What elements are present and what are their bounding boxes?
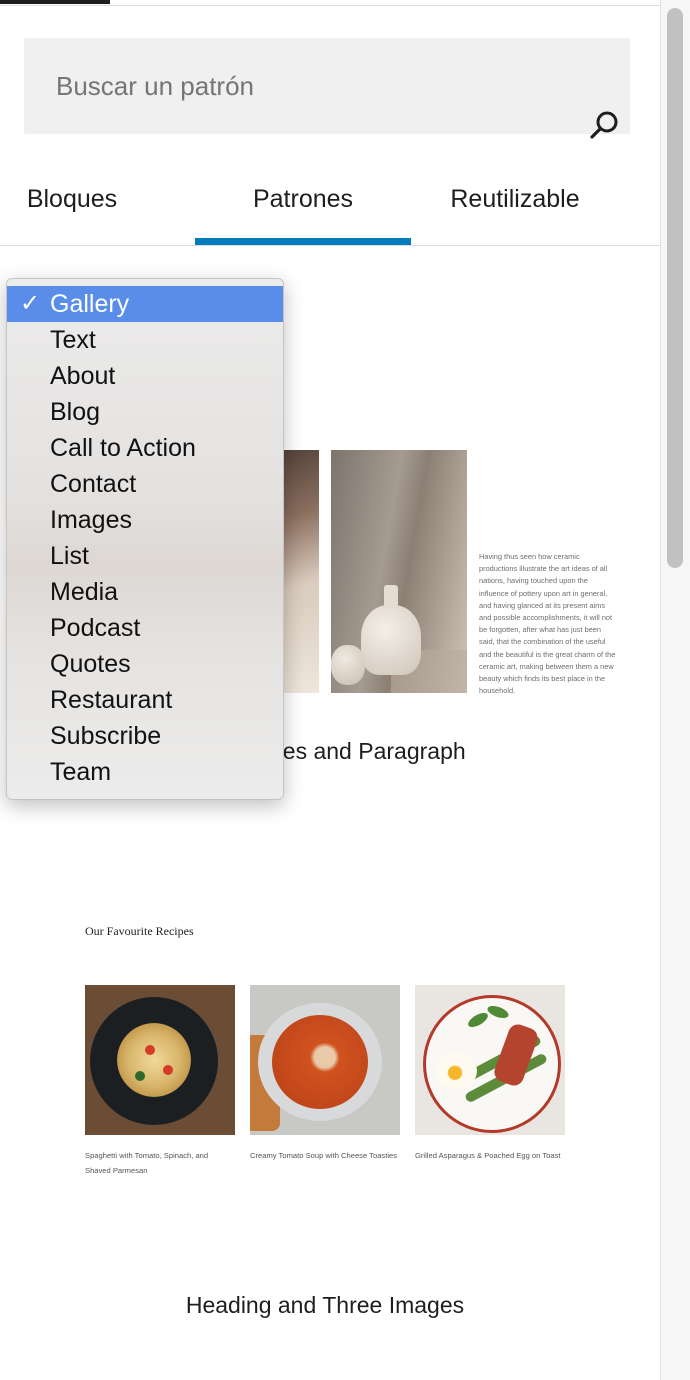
recipe-image-tomato-soup — [250, 985, 400, 1135]
soup-shape — [272, 1015, 368, 1109]
dropdown-option-call-to-action[interactable]: Call to Action — [7, 430, 283, 466]
option-label: About — [50, 362, 116, 390]
dropdown-option-restaurant[interactable]: Restaurant — [7, 682, 283, 718]
search-input[interactable] — [24, 38, 576, 134]
option-label: Podcast — [50, 614, 141, 642]
small-vase-shape — [331, 645, 365, 685]
pattern-caption[interactable]: Heading and Three Images — [0, 1292, 650, 1319]
recipe-image-spaghetti — [85, 985, 235, 1135]
recipe-image-asparagus — [415, 985, 565, 1135]
dropdown-option-contact[interactable]: Contact — [7, 466, 283, 502]
checkmark-icon: ✓ — [20, 290, 41, 317]
dropdown-option-list[interactable]: List — [7, 538, 283, 574]
option-label: Quotes — [50, 650, 131, 678]
spinach-shape — [135, 1071, 145, 1081]
dropdown-option-podcast[interactable]: Podcast — [7, 610, 283, 646]
recipes-heading: Our Favourite Recipes — [85, 924, 194, 938]
active-tab-indicator — [195, 238, 411, 245]
option-label: Call to Action — [50, 434, 196, 462]
tab-reutilizable[interactable]: Reutilizable — [420, 160, 610, 245]
recipe-caption: Creamy Tomato Soup with Cheese Toasties — [250, 1151, 398, 1160]
inserter-tabs: Bloques Patrones Reutilizable — [0, 160, 660, 246]
option-label: Images — [50, 506, 132, 534]
option-label: Gallery — [50, 290, 130, 318]
dropdown-option-text[interactable]: Text — [7, 322, 283, 358]
pattern-search-box — [24, 38, 630, 139]
dropdown-option-media[interactable]: Media — [7, 574, 283, 610]
option-label: Restaurant — [50, 686, 173, 714]
dropdown-option-images[interactable]: Images — [7, 502, 283, 538]
vase-shape — [361, 605, 421, 675]
search-icon[interactable] — [588, 108, 622, 142]
tab-patrones[interactable]: Patrones — [195, 160, 411, 245]
pattern-caption[interactable]: ges and Paragraph — [270, 738, 466, 765]
top-active-indicator — [0, 0, 110, 4]
pattern-paragraph: Having thus seen how ceramic productions… — [479, 552, 616, 696]
dropdown-option-subscribe[interactable]: Subscribe — [7, 718, 283, 754]
dropdown-option-gallery[interactable]: ✓ Gallery — [7, 286, 283, 322]
dropdown-option-team[interactable]: Team — [7, 754, 283, 790]
dropdown-option-quotes[interactable]: Quotes — [7, 646, 283, 682]
option-label: Subscribe — [50, 722, 162, 750]
tomato-shape — [145, 1045, 155, 1055]
dropdown-option-about[interactable]: About — [7, 358, 283, 394]
option-label: Contact — [50, 470, 137, 498]
recipe-caption: Spaghetti with Tomato, Spinach, and Shav… — [85, 1151, 209, 1175]
tab-bloques[interactable]: Bloques — [0, 160, 144, 245]
tomato-shape — [163, 1065, 173, 1075]
option-label: Team — [50, 758, 112, 786]
option-label: Text — [50, 326, 96, 354]
pattern-image-vases — [331, 450, 467, 693]
scrollbar-thumb[interactable] — [667, 8, 683, 568]
dropdown-option-blog[interactable]: Blog — [7, 394, 283, 430]
pasta-shape — [117, 1023, 191, 1097]
option-label: Media — [50, 578, 119, 606]
option-label: Blog — [50, 398, 101, 426]
recipe-caption: Grilled Asparagus & Poached Egg on Toast — [415, 1151, 561, 1160]
category-dropdown[interactable]: ✓ Gallery Text About Blog Call to Action… — [6, 278, 284, 800]
egg-shape — [437, 1053, 477, 1089]
option-label: List — [50, 542, 89, 570]
